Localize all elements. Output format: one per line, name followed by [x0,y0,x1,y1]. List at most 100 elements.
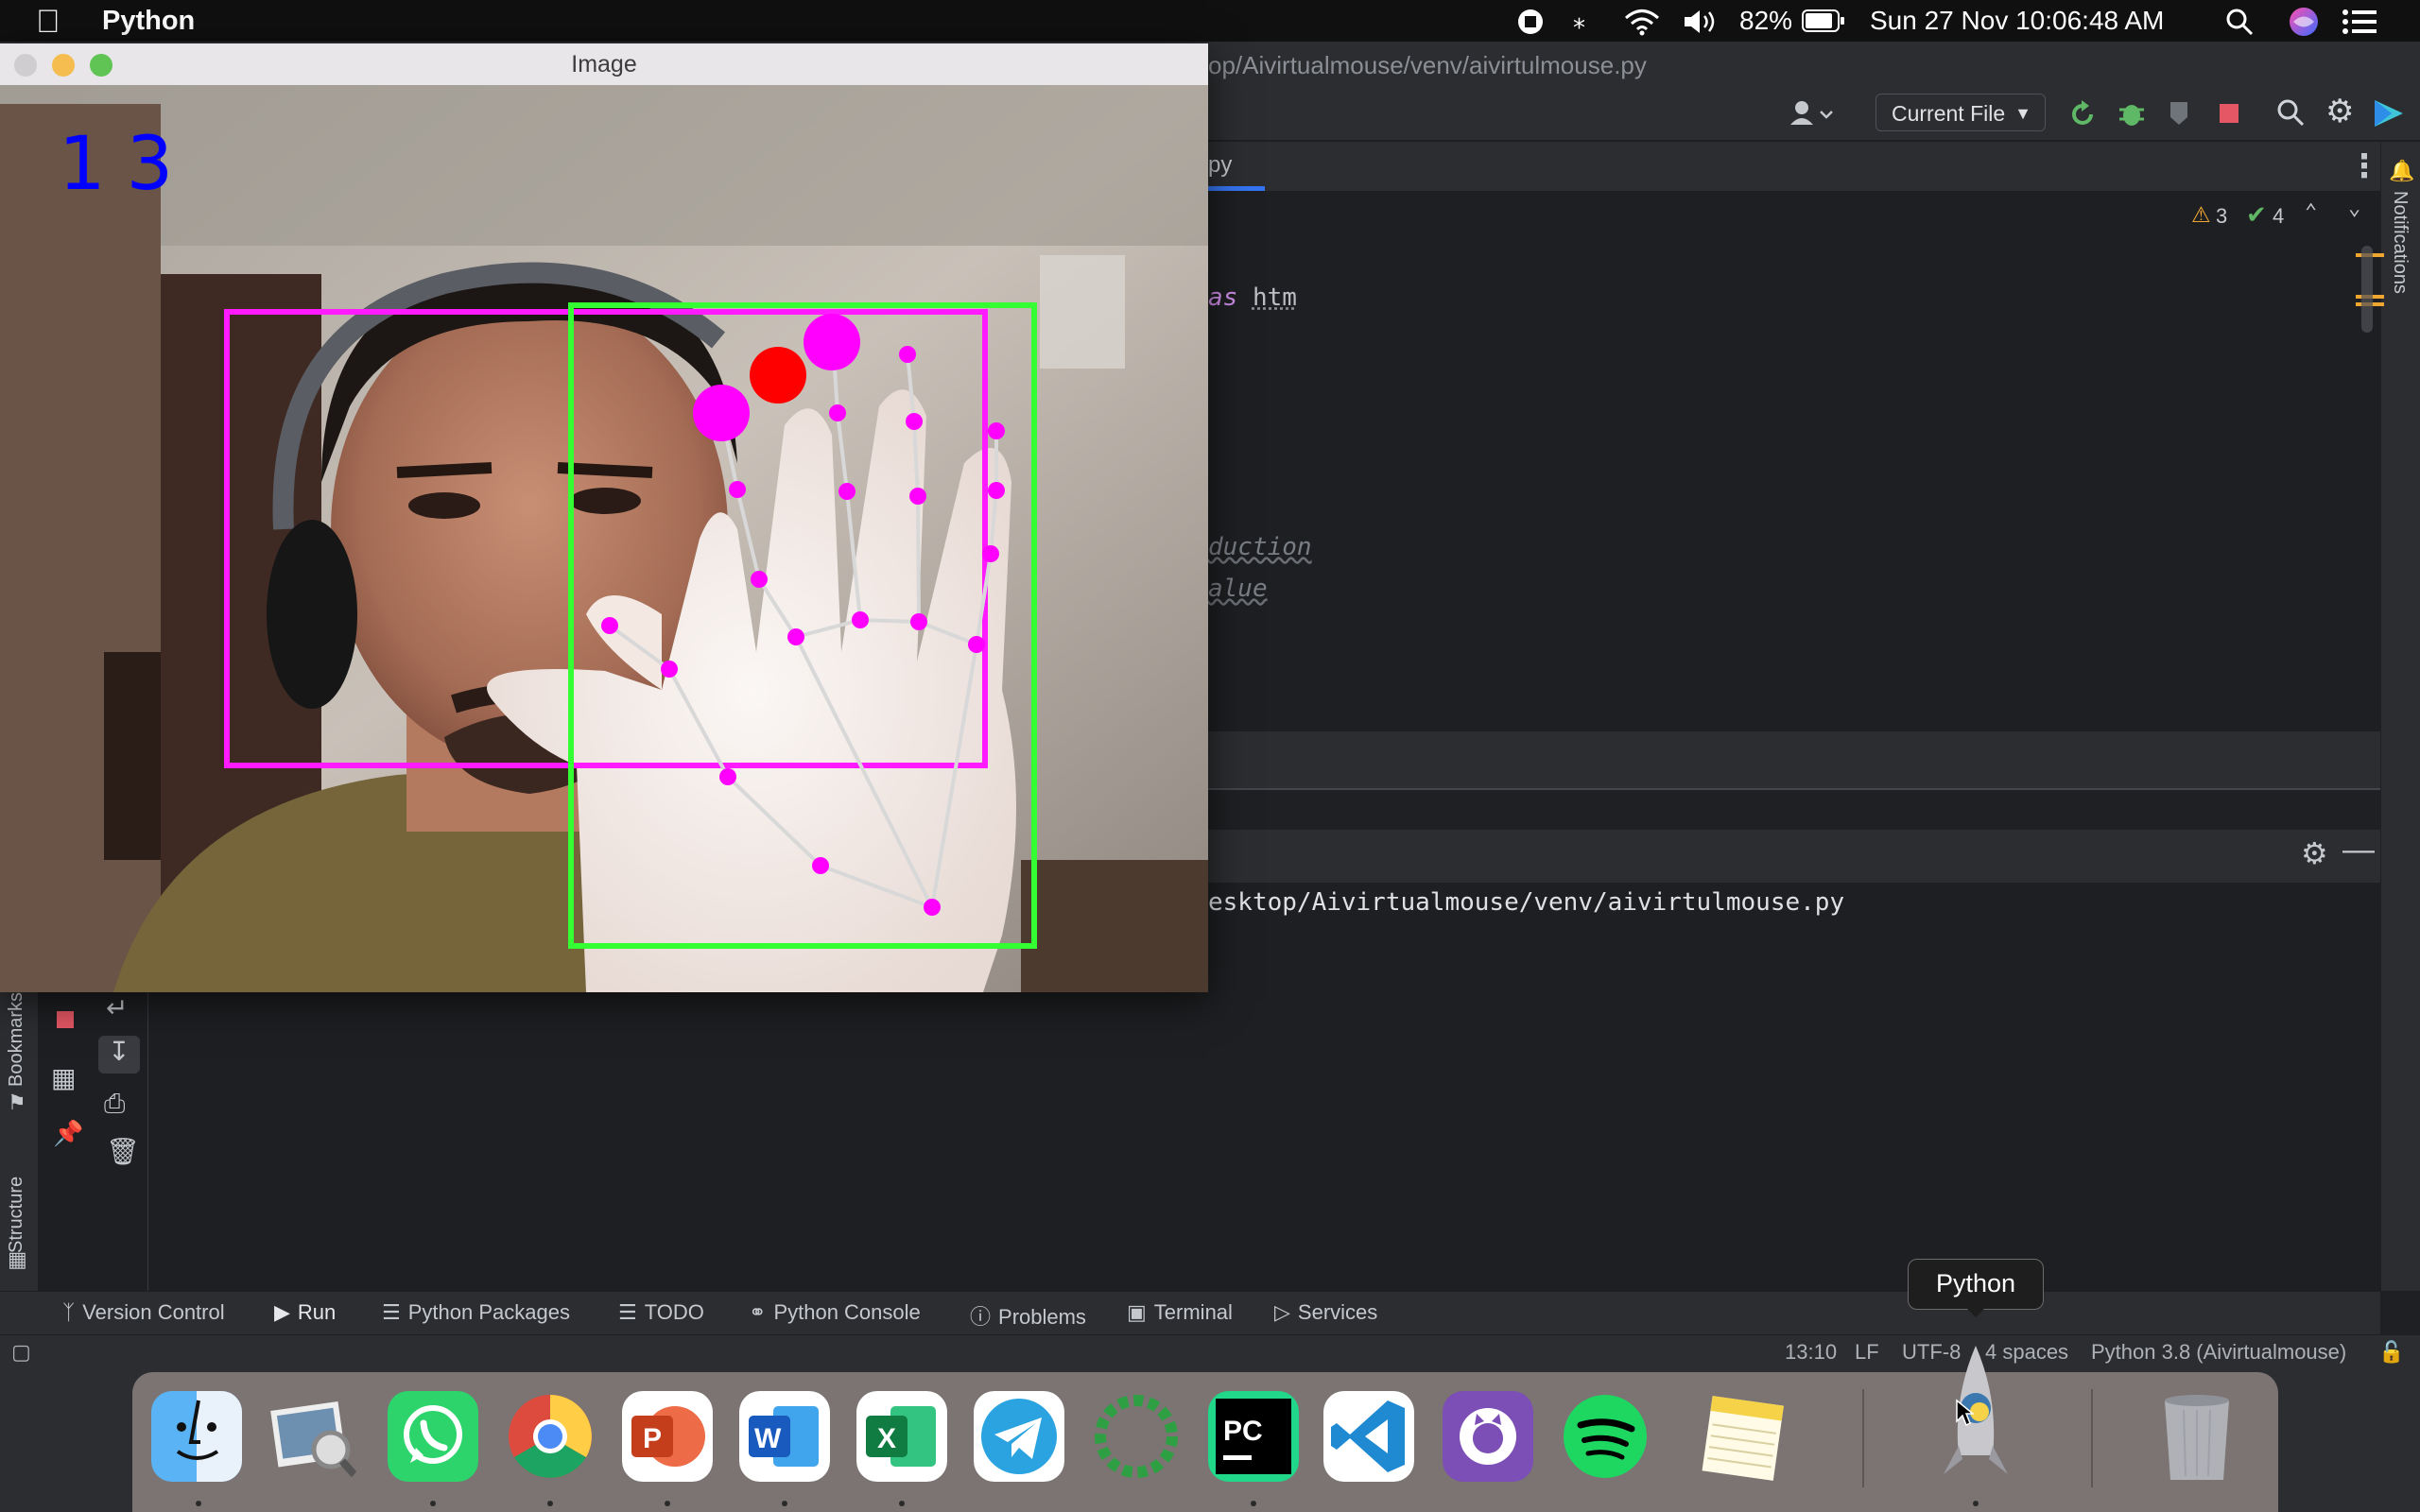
python-interpreter[interactable]: Python 3.8 (Aivirtualmouse) [2091,1340,2346,1365]
run-configuration-selector[interactable]: Current File ▼ [1876,94,2046,131]
tool-services[interactable]: ▷ Services [1274,1300,1377,1325]
tool-python-console[interactable]: ⚭ Python Console [749,1300,921,1325]
menu-bar:  Python ⁎ 82% Sun 27 Nov 10:06:48 AM [0,0,2420,42]
todo-list-icon: ☰ [618,1300,637,1324]
check-icon[interactable]: ✔ [2246,200,2267,230]
excel-icon[interactable]: X [856,1391,947,1482]
left-tool-stripe: Bookmarks ⚑ Structure ▦ [0,983,38,1291]
warning-icon[interactable]: ⚠ [2191,202,2211,228]
control-center-icon[interactable] [2342,9,2377,34]
structure-tab[interactable]: Structure [6,1149,32,1253]
landmark-index-dip [729,481,746,498]
code-comment-value: alue [1208,575,1268,603]
previous-highlight-icon[interactable]: ⌃ [2305,200,2317,224]
volume-icon[interactable] [1683,8,1724,36]
zoom-window-button[interactable] [90,54,112,77]
run-toolbar-secondary: ↵ ↧ ⎙ 🗑 [93,983,148,1291]
trash-icon[interactable] [2152,1391,2242,1482]
toggle-tool-windows-icon[interactable]: ▢ [11,1340,31,1365]
next-highlight-icon[interactable]: ⌄ [2348,197,2360,220]
image-window-title-bar: Image [0,43,1208,86]
line-separator[interactable]: LF [1855,1340,1879,1365]
notifications-bell-icon[interactable]: 🔔 [2389,159,2414,183]
tool-python-packages[interactable]: ☰ Python Packages [382,1300,570,1325]
run-icon: ▶ [274,1300,290,1324]
tool-version-control[interactable]: ᛉ Version Control [62,1300,225,1325]
ide-file-path: op/Aivirtualmouse/venv/aivirtulmouse.py [1208,51,1647,80]
editor-scrollbar[interactable] [2361,246,2373,333]
whatsapp-icon[interactable] [388,1391,478,1482]
tool-problems[interactable]: ⓘ Problems [970,1300,1086,1331]
bluetooth-icon[interactable]: ⁎ [1573,6,1585,35]
print-icon[interactable]: ⎙ [104,1089,125,1120]
bookmark-icon[interactable]: ⚑ [8,1091,26,1115]
tooltip-arrow [1966,1308,1985,1317]
pycharm-icon[interactable]: PC [1208,1391,1299,1482]
landmark-pinky-mcp [968,636,985,653]
lock-icon[interactable]: 🔓 [2378,1340,2404,1365]
pin-icon[interactable]: 📌 [53,1119,83,1148]
coverage-icon[interactable] [2167,98,2195,129]
check-count: 4 [2273,204,2284,229]
search-everywhere-icon[interactable] [2276,98,2305,127]
battery-icon[interactable] [1802,9,1845,34]
clear-console-icon[interactable]: 🗑 [106,1136,140,1167]
siri-icon[interactable] [2288,6,2320,38]
webcam-feed: 13 [0,85,1208,992]
github-desktop-icon[interactable] [1443,1391,1533,1482]
run-settings-gear-icon[interactable]: ⚙ [2301,835,2328,871]
scroll-to-end-icon[interactable]: ↧ [98,1036,140,1074]
python-launcher-icon[interactable] [1930,1342,2021,1482]
click-indicator [750,347,806,404]
spotify-icon[interactable] [1560,1391,1651,1482]
landmark-pinky-tip [988,422,1005,439]
preview-icon[interactable] [268,1391,359,1482]
menu-app-name[interactable]: Python [102,6,195,37]
settings-gear-icon[interactable]: ⚙ [2325,93,2354,130]
jetbrains-ai-icon[interactable] [2373,98,2405,129]
run-output-path: esktop/Aivirtualmouse/venv/aivirtulmouse… [1208,888,1844,917]
apple-menu-icon[interactable]:  [36,4,60,41]
word-icon[interactable]: W [739,1391,830,1482]
clock[interactable]: Sun 27 Nov 10:06:48 AM [1870,6,2164,36]
tool-todo[interactable]: ☰ TODO [618,1300,704,1325]
telegram-icon[interactable] [974,1391,1064,1482]
debug-icon[interactable] [2118,98,2146,129]
powerpoint-icon[interactable]: P [622,1391,713,1482]
code-editor[interactable]: ⚠ 3 ✔ 4 ⌃ ⌄ as htm duction alue [1208,191,2380,731]
stop-run-icon[interactable] [57,1011,74,1028]
soft-wrap-icon[interactable]: ↵ [106,992,128,1023]
spotlight-search-icon[interactable] [2225,8,2254,36]
running-indicator [899,1501,905,1506]
tool-run[interactable]: ▶ Run [274,1300,336,1325]
landmark-thumb-tip [601,617,618,634]
wifi-icon[interactable] [1624,8,1660,36]
minimize-window-button[interactable] [52,54,75,77]
chevron-down-icon: ▼ [2014,94,2031,132]
tool-terminal[interactable]: ▣ Terminal [1127,1300,1233,1325]
vscode-icon[interactable] [1323,1391,1414,1482]
more-tabs-icon[interactable]: ⋮ [2348,147,2380,185]
screen-record-icon[interactable] [1516,8,1545,36]
dock-divider [2091,1389,2093,1487]
run-toolbar-primary: ▦ 📌 [38,983,94,1291]
notes-icon[interactable] [1698,1391,1789,1482]
close-window-button[interactable] [14,54,37,77]
structure-icon[interactable]: ▦ [8,1247,27,1272]
run-configuration-label: Current File [1892,101,2005,126]
loading-app-icon[interactable] [1091,1391,1182,1482]
landmark-pinky-pip [982,545,999,562]
landmark-ring-tip [899,346,916,363]
notifications-tab[interactable]: Notifications [2389,191,2411,294]
chrome-icon[interactable] [505,1391,596,1482]
editor-tab-aivirtulmouse[interactable]: py ✕ [1208,142,1265,191]
python-console-icon: ⚭ [749,1300,766,1324]
layout-icon[interactable]: ▦ [51,1062,76,1093]
bookmarks-tab[interactable]: Bookmarks [6,983,32,1087]
stop-icon[interactable] [2220,104,2238,123]
account-icon[interactable] [1789,98,1836,130]
caret-position[interactable]: 13:10 [1785,1340,1837,1365]
finder-icon[interactable] [151,1391,242,1482]
minimize-icon[interactable]: — [2342,832,2375,868]
rerun-icon[interactable] [2068,100,2097,129]
